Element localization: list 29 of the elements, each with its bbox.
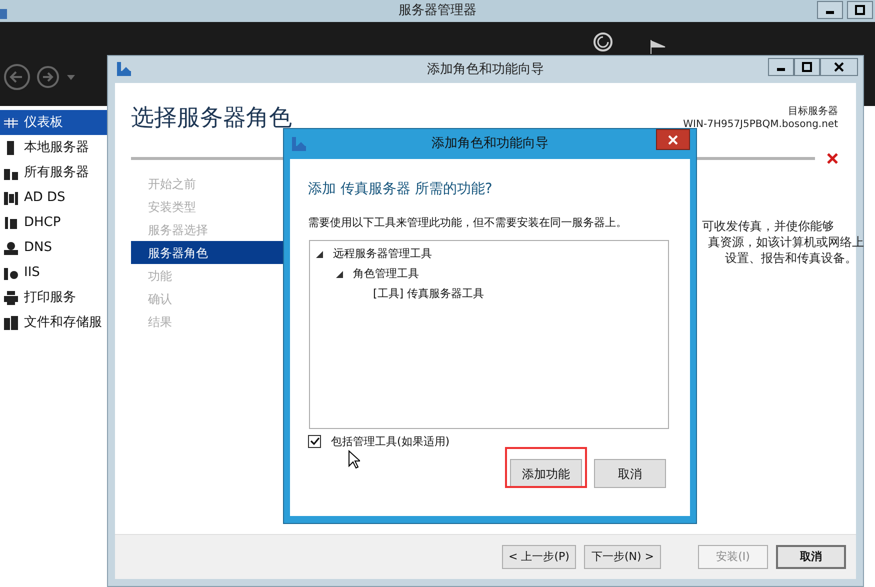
dialog-button[interactable]: 取消 [594,459,666,488]
sidebar-item[interactable]: 打印服务 [0,285,107,310]
dialog-heading: 添加 传真服务器 所需的功能? [308,180,494,199]
tree-item: 角色管理工具 [353,266,419,282]
sidebar-item[interactable]: 文件和存储服 [0,310,107,335]
wizard-button[interactable]: 下一步(N) > [584,545,661,569]
checkbox-label: 包括管理工具(如果适用) [331,434,450,450]
dialog-title: 添加角色和功能向导 [432,135,548,154]
sidebar-item[interactable]: DHCP [0,210,107,235]
sidebar-item[interactable]: 本地服务器 [0,135,107,160]
wizard-button[interactable]: 取消 [776,545,846,569]
sidebar-item[interactable]: 所有服务器 [0,160,107,185]
sidebar-item[interactable]: DNS [0,235,107,260]
sidebar-item[interactable]: 仪表板 [0,110,107,135]
description-text: 可收发传真，并使你能够 [702,219,834,233]
wizard-button[interactable]: < 上一步(P) [502,545,576,569]
dialog-button[interactable]: 添加功能 [510,459,582,488]
window-title: 添加角色和功能向导 [427,60,544,79]
description-text: 设置、报告和传真设备。 [725,251,857,265]
server-name: WIN-7H957J5PBQM.bosong.net [683,118,838,131]
dialog-text: 需要使用以下工具来管理此功能，但不需要安装在同一服务器上。 [308,215,628,231]
sidebar-item[interactable]: AD DS [0,185,107,210]
page-heading: 选择服务器角色 [131,107,292,133]
target-label: 目标服务器 [787,105,838,118]
tree-item: 远程服务器管理工具 [333,246,432,262]
description-text: 真资源，如该计算机或网络上 [708,235,864,249]
tree-item: [工具] 传真服务器工具 [373,286,484,302]
window-title: 服务器管理器 [398,2,476,20]
sidebar-item[interactable]: IIS [0,260,107,285]
